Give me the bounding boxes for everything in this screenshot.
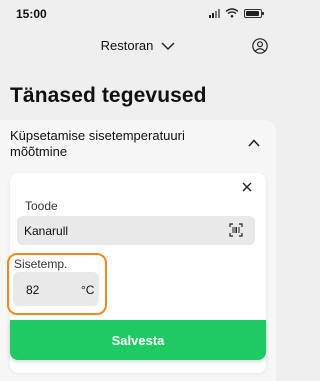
status-time: 15:00 bbox=[16, 7, 47, 21]
barcode-scan-icon[interactable] bbox=[229, 223, 243, 237]
page-title: Tänased tegevused bbox=[10, 84, 207, 107]
app-screen: 15:00 Restoran Tänased tegevused Küpseta… bbox=[0, 0, 276, 381]
product-value: Kanarull bbox=[24, 224, 69, 238]
temperature-value: 82 bbox=[26, 283, 40, 297]
temperature-label: Sisetemp. bbox=[14, 257, 68, 271]
location-selector-label: Restoran bbox=[100, 38, 154, 53]
location-selector[interactable]: Restoran bbox=[0, 38, 276, 53]
profile-icon[interactable] bbox=[252, 38, 268, 54]
cellular-signal-icon bbox=[209, 8, 220, 18]
activity-title[interactable]: Küpsetamise sisetemperatuuri mõõtmine bbox=[10, 128, 230, 160]
chevron-down-icon bbox=[161, 42, 175, 50]
temperature-unit: °C bbox=[81, 283, 95, 297]
wifi-icon bbox=[225, 8, 239, 18]
product-label: Toode bbox=[25, 199, 58, 213]
close-icon[interactable] bbox=[242, 182, 252, 192]
battery-icon bbox=[244, 8, 264, 18]
chevron-up-icon[interactable] bbox=[248, 139, 260, 147]
save-button[interactable]: Salvesta bbox=[10, 320, 266, 360]
status-bar: 15:00 bbox=[0, 0, 276, 28]
status-icons bbox=[209, 8, 264, 18]
